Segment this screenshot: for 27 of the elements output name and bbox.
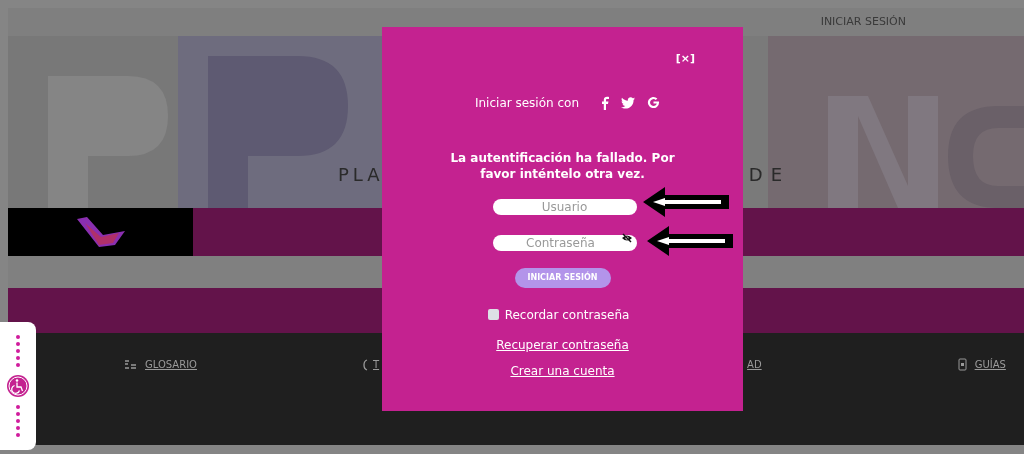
- arrow-icon: [646, 225, 733, 256]
- username-field[interactable]: Usuario: [492, 198, 637, 215]
- social-login-label: Iniciar sesión con: [474, 94, 579, 112]
- glossary-icon: [124, 358, 137, 371]
- document-icon: [957, 358, 967, 371]
- google-icon[interactable]: [647, 96, 660, 109]
- checkbox[interactable]: [487, 309, 499, 320]
- checkbox-label: Recordar contraseña: [504, 306, 630, 324]
- hero-tagline: DE: [748, 163, 790, 187]
- login-link[interactable]: INICIAR SESIÓN: [820, 13, 906, 31]
- link[interactable]: Recuperar contraseña: [496, 335, 629, 354]
- arrow-icon: [642, 186, 729, 217]
- footer-link[interactable]: T: [363, 357, 380, 372]
- footer-link[interactable]: GUÍAS: [957, 357, 1006, 372]
- accessibility-widget[interactable]: [0, 322, 36, 450]
- password-field[interactable]: Contraseña: [492, 234, 637, 251]
- wheelchair-icon[interactable]: [6, 374, 30, 398]
- logo-icon: [74, 217, 127, 247]
- eye-slash-icon[interactable]: [620, 232, 633, 243]
- footer-link[interactable]: GLOSARIO: [124, 357, 197, 372]
- twitter-icon[interactable]: [621, 96, 635, 109]
- error-message: La autentificación ha fallado. Por favor inténtelo otra vez.: [449, 149, 676, 182]
- footer-link[interactable]: AD: [747, 357, 762, 372]
- link[interactable]: Crear una cuenta: [510, 361, 615, 380]
- hero-tagline: PLA: [338, 163, 384, 187]
- facebook-icon[interactable]: [601, 95, 609, 110]
- close-button[interactable]: [×]: [675, 51, 695, 68]
